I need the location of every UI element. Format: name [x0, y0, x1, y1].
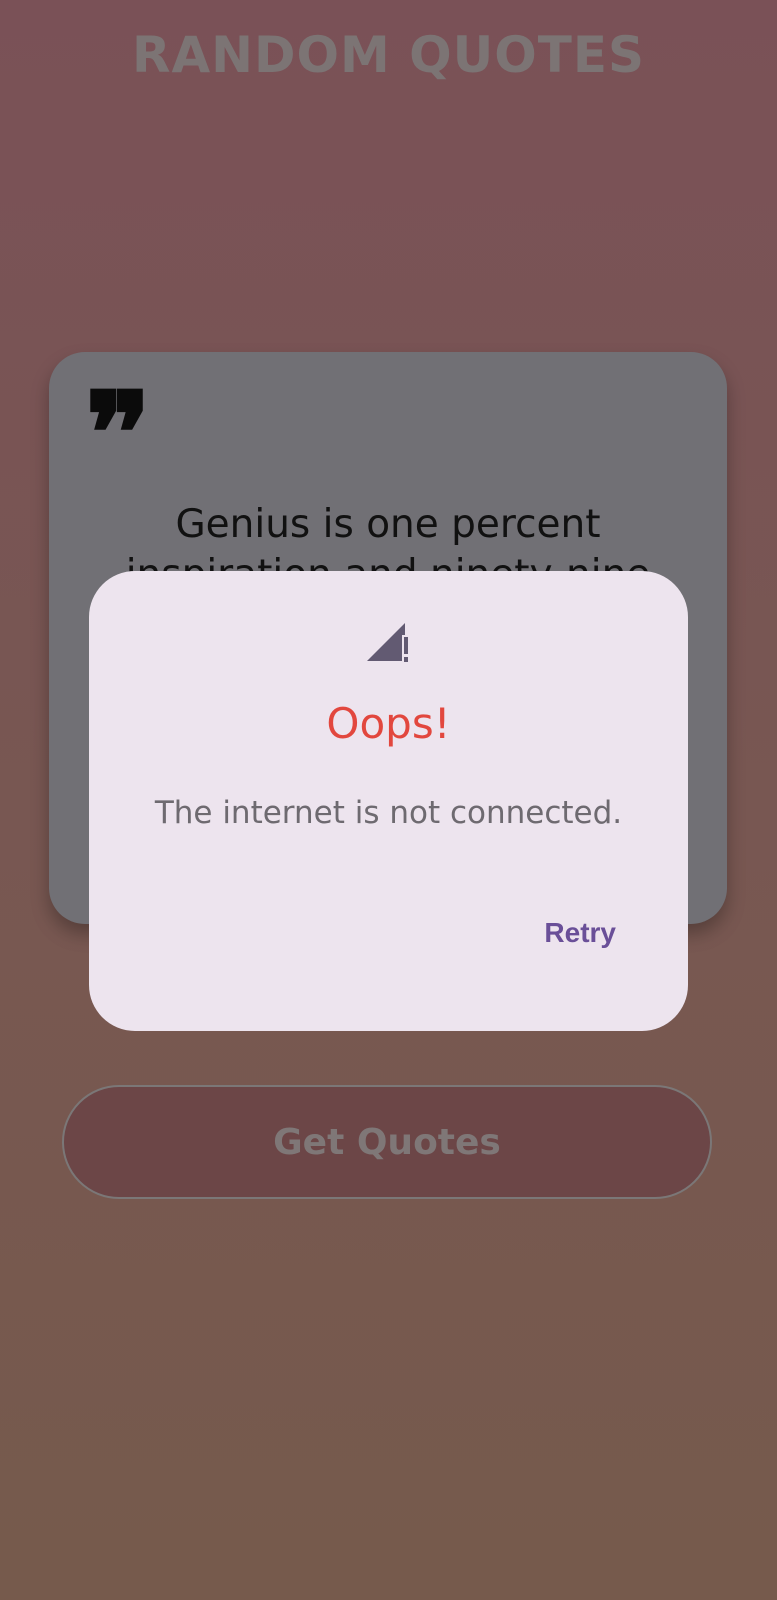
get-quotes-button[interactable]: Get Quotes	[62, 1085, 712, 1199]
no-internet-dialog: Oops! The internet is not connected. Ret…	[89, 571, 688, 1031]
app-title: RANDOM QUOTES	[131, 26, 646, 84]
retry-button[interactable]: Retry	[532, 909, 628, 957]
dialog-message: The internet is not connected.	[154, 795, 623, 831]
format-quote-icon: ❞	[85, 368, 152, 499]
app-screen: RANDOM QUOTES ❞ Genius is one percent in…	[0, 0, 777, 1600]
signal-cellular-connected-no-internet-icon	[367, 623, 410, 663]
dialog-title: Oops!	[326, 699, 451, 748]
